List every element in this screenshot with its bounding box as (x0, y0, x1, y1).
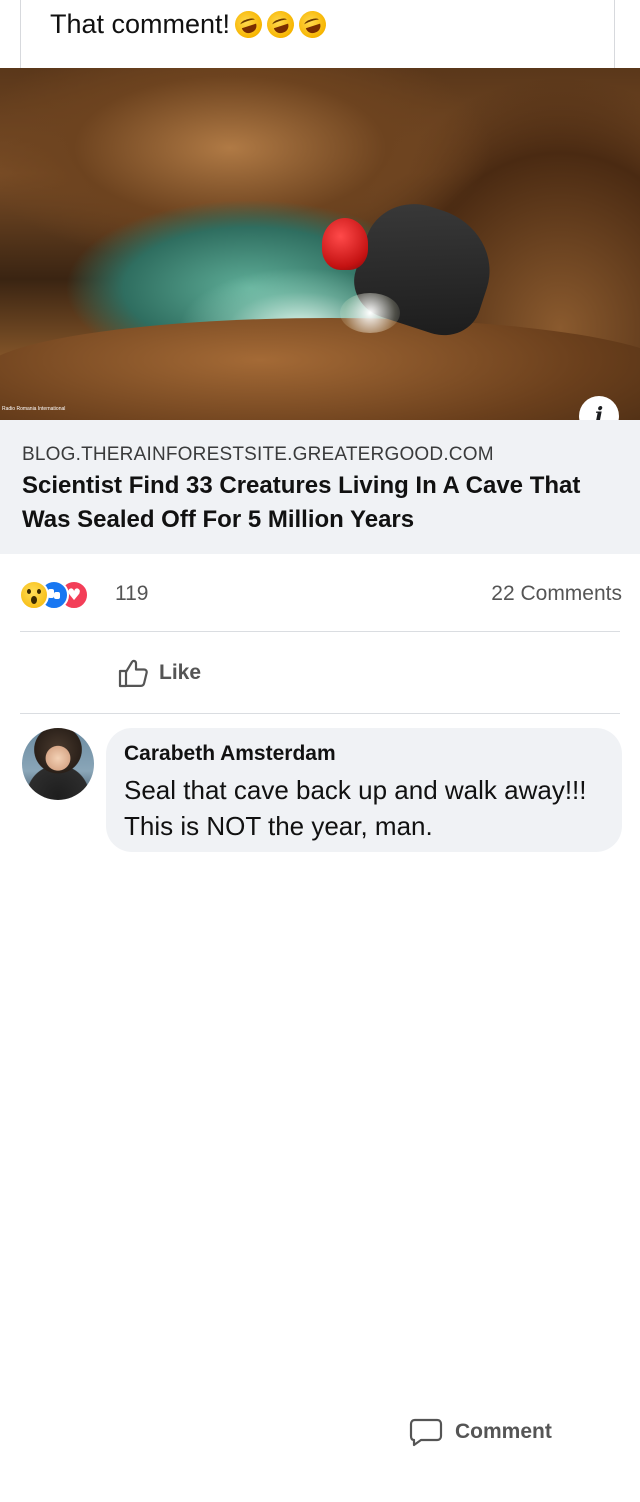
comment-author[interactable]: Carabeth Amsterdam (124, 742, 336, 766)
post-text-label: That comment! (50, 9, 231, 39)
divider (20, 713, 620, 714)
comment-count[interactable]: 22 Comments (491, 582, 622, 606)
divider (20, 631, 620, 632)
post-border-right (614, 0, 615, 68)
post-border-left (20, 0, 21, 68)
comment-bubble-icon (409, 1418, 443, 1447)
link-domain: BLOG.THERAINFORESTSITE.GREATERGOOD.COM (22, 444, 494, 465)
laughing-emoji-icon (231, 7, 266, 42)
reactions-bar: 119 22 Comments (0, 570, 640, 620)
comment-button-label: Comment (455, 1420, 552, 1443)
laughing-emoji-icon (263, 7, 298, 42)
comment-button[interactable]: Comment (409, 1362, 640, 1502)
wow-reaction-icon (19, 580, 49, 610)
comment-item: Carabeth Amsterdam Seal that cave back u… (0, 722, 640, 862)
link-title[interactable]: Scientist Find 33 Creatures Living In A … (22, 469, 622, 537)
link-preview-image[interactable]: Radio Romania International i (0, 68, 640, 420)
post-text: That comment! (50, 7, 330, 42)
headlamp-glow (340, 293, 400, 333)
comment-text: Seal that cave back up and walk away!!! … (124, 775, 587, 841)
link-preview-card[interactable]: BLOG.THERAINFORESTSITE.GREATERGOOD.COM S… (0, 420, 640, 554)
action-bar: Like Comment (0, 640, 640, 1447)
cave-rock-floor (0, 318, 640, 420)
comment-bubble[interactable]: Carabeth Amsterdam Seal that cave back u… (106, 728, 622, 852)
reaction-count[interactable]: 119 (115, 582, 148, 606)
post-text-area: That comment! (0, 0, 640, 68)
thumbs-up-icon (118, 659, 148, 688)
avatar[interactable] (22, 728, 94, 800)
image-watermark: Radio Romania International (2, 406, 66, 412)
like-button-label: Like (159, 661, 202, 684)
laughing-emoji-icon (295, 7, 330, 42)
like-button[interactable]: Like (117, 658, 201, 688)
caver-helmet (322, 218, 368, 270)
